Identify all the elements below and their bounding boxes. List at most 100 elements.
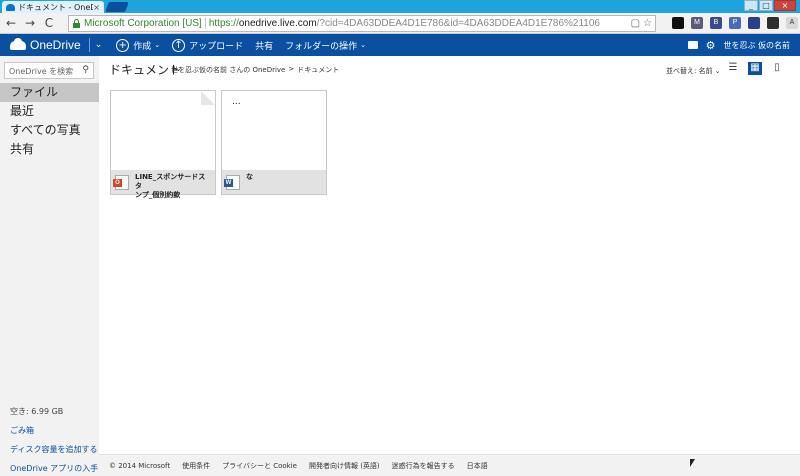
upload-label: アップロード: [189, 41, 244, 52]
word-document-icon: W: [224, 175, 240, 190]
file-preview-text: ...: [232, 97, 241, 107]
upload-button[interactable]: ↑ アップロード: [172, 38, 244, 52]
file-tile-footer: W な: [222, 170, 326, 194]
storage-available: 空き: 6.99 GB: [10, 407, 64, 416]
tab-title: ドキュメント - OneDrive: [18, 2, 93, 12]
breadcrumb-current: ドキュメント: [297, 66, 340, 74]
folder-actions-button[interactable]: フォルダーの操作 ⌄: [285, 39, 366, 52]
file-name: な: [246, 173, 253, 182]
extension-p-icon[interactable]: P: [729, 17, 741, 29]
chevron-down-icon: ⌄: [360, 41, 367, 49]
header-right: ⚙ 世を忍ぶ 仮の名前: [687, 39, 790, 52]
sidebar-item-recent[interactable]: 最近: [0, 102, 99, 121]
main-content: ドキュメント 世を忍ぶ仮の名前 さんの OneDrive > ドキュメント 並べ…: [99, 56, 800, 454]
mouse-cursor-icon: [690, 459, 695, 467]
office-badge: O: [113, 179, 122, 187]
file-preview: [111, 91, 215, 170]
upload-arrow-icon: ↑: [172, 38, 186, 52]
browser-tab[interactable]: ドキュメント - OneDrive ×: [2, 1, 104, 13]
browser-toolbar: ← → C Microsoft Corporation [US] https:/…: [0, 13, 800, 34]
url-scheme: https://: [208, 18, 239, 29]
ev-certificate-label[interactable]: Microsoft Corporation [US]: [84, 18, 206, 29]
copyright: © 2014 Microsoft: [109, 461, 171, 470]
bookmark-star-icon[interactable]: ☆: [643, 18, 652, 29]
back-button[interactable]: ←: [3, 16, 19, 30]
new-tab-button[interactable]: [105, 2, 129, 12]
add-storage-link[interactable]: ディスク容量を追加する: [10, 444, 98, 455]
details-pane-icon[interactable]: ▯: [770, 62, 784, 75]
chat-icon[interactable]: [687, 41, 698, 49]
omnibox-actions: ▢ ☆: [631, 18, 655, 29]
forward-button[interactable]: →: [22, 16, 38, 30]
onedrive-logo[interactable]: OneDrive: [10, 37, 81, 52]
file-name: LINE_スポンサードスタ ンプ_個別約款: [135, 173, 211, 200]
search-input[interactable]: OneDrive を検索 ⚲: [4, 62, 94, 79]
onedrive-logo-text: OneDrive: [30, 38, 81, 52]
sort-dropdown[interactable]: 並べ替え: 名前 ⌄: [666, 66, 721, 76]
breadcrumb-separator: >: [288, 65, 295, 73]
app-switcher-chevron-icon[interactable]: ⌄: [95, 40, 103, 50]
file-name-line2: ンプ_個別約款: [135, 191, 181, 199]
extension-icons: MBPA≡: [672, 17, 800, 29]
chevron-down-icon: ⌄: [154, 41, 161, 49]
file-name-line1: な: [246, 173, 253, 181]
lock-icon: [72, 19, 81, 28]
get-apps-link[interactable]: OneDrive アプリの入手: [10, 463, 98, 474]
list-view-icon[interactable]: ☰: [726, 62, 740, 75]
plus-icon: +: [116, 38, 130, 52]
recycle-bin-link[interactable]: ごみ箱: [10, 425, 98, 436]
sidebar-item-shared[interactable]: 共有: [0, 140, 99, 159]
breadcrumb: 世を忍ぶ仮の名前 さんの OneDrive > ドキュメント: [171, 65, 339, 75]
onedrive-cloud-icon: [10, 37, 26, 50]
minimize-button[interactable]: _: [744, 0, 758, 11]
footer-link-privacy[interactable]: プライバシーと Cookie: [222, 461, 297, 471]
browser-titlebar: ドキュメント - OneDrive × _ □ ×: [0, 0, 800, 13]
search-icon[interactable]: ⚲: [82, 65, 89, 75]
mail-icon[interactable]: M: [691, 17, 703, 29]
office-document-icon: O: [113, 175, 129, 190]
view-switcher: ☰ ▦ ▯: [726, 62, 784, 75]
file-preview: ...: [222, 91, 326, 170]
create-button[interactable]: + 作成 ⌄: [116, 38, 161, 52]
share-label: 共有: [255, 41, 274, 52]
search-placeholder: OneDrive を検索: [9, 67, 74, 76]
tile-view-icon[interactable]: ▦: [748, 62, 762, 75]
file-tile-footer: O LINE_スポンサードスタ ンプ_個別約款: [111, 170, 215, 199]
sidebar-item-files[interactable]: ファイル: [0, 83, 99, 102]
reload-button[interactable]: C: [41, 16, 57, 30]
folder-actions-label: フォルダーの操作: [285, 41, 358, 52]
file-tile[interactable]: ... W な: [221, 90, 327, 195]
header-divider: [88, 38, 90, 52]
footer-link-language[interactable]: 日本語: [467, 461, 488, 471]
close-window-button[interactable]: ×: [774, 0, 796, 11]
sidebar-item-photos[interactable]: すべての写真: [0, 121, 99, 140]
url-path: /?cid=4DA63DDEA4D1E786&id=4DA63DDEA4D1E7…: [316, 18, 600, 29]
sidebar-bottom: 空き: 6.99 GB ごみ箱 ディスク容量を追加する OneDrive アプリ…: [10, 406, 98, 476]
word-badge: W: [224, 179, 233, 187]
maximize-button[interactable]: □: [759, 0, 773, 11]
breadcrumb-root[interactable]: 世を忍ぶ仮の名前 さんの OneDrive: [171, 65, 285, 75]
page-fold: [201, 91, 215, 105]
footer-link-terms[interactable]: 使用条件: [182, 461, 210, 471]
black-square-icon[interactable]: [672, 17, 684, 29]
sidebar-nav: ファイル 最近 すべての写真 共有: [0, 83, 99, 159]
gear-icon[interactable]: ⚙: [706, 39, 716, 52]
onedrive-header: OneDrive ⌄ + 作成 ⌄ ↑ アップロード 共有 フォルダーの操作 ⌄…: [0, 34, 800, 56]
tab-close-icon[interactable]: ×: [93, 3, 100, 12]
address-bar[interactable]: Microsoft Corporation [US] https:// oned…: [68, 15, 656, 32]
window-controls: _ □ ×: [743, 0, 796, 11]
footer-link-developers[interactable]: 開発者向け情報 (英語): [309, 461, 380, 471]
onedrive-favicon-icon: [6, 3, 15, 11]
person-icon[interactable]: [767, 17, 779, 29]
user-name[interactable]: 世を忍ぶ 仮の名前: [723, 40, 790, 51]
file-tile[interactable]: O LINE_スポンサードスタ ンプ_個別約款: [110, 90, 216, 199]
create-label: 作成: [133, 41, 152, 52]
monitor-icon[interactable]: [748, 17, 760, 29]
file-name-line1: LINE_スポンサードスタ: [135, 173, 206, 190]
share-button[interactable]: 共有: [255, 39, 273, 52]
extension-b-icon[interactable]: B: [710, 17, 722, 29]
page-icon[interactable]: ▢: [631, 18, 640, 29]
font-a-icon[interactable]: A: [786, 17, 798, 29]
sidebar: OneDrive を検索 ⚲ ファイル 最近 すべての写真 共有 空き: 6.9…: [0, 56, 99, 476]
footer-link-report-abuse[interactable]: 迷惑行為を報告する: [392, 461, 455, 471]
